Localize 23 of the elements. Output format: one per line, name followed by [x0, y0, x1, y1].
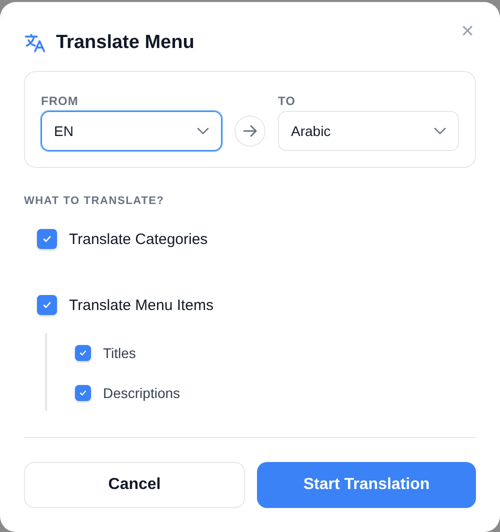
- checkbox[interactable]: [75, 385, 91, 401]
- translate-icon: [24, 32, 46, 54]
- start-button[interactable]: Start Translation: [257, 462, 476, 508]
- checkbox-label: Translate Categories: [69, 230, 208, 248]
- chevron-down-icon: [197, 127, 209, 135]
- check-icon: [41, 233, 53, 245]
- dialog-title: Translate Menu: [56, 32, 194, 54]
- section-heading: WHAT TO TRANSLATE?: [24, 195, 164, 207]
- checkbox[interactable]: [75, 345, 91, 361]
- checkbox[interactable]: [37, 229, 57, 249]
- checkbox-label: Descriptions: [103, 385, 180, 401]
- checkbox-label: Translate Menu Items: [69, 296, 214, 314]
- language-select[interactable]: EN: [41, 111, 222, 151]
- check-icon: [78, 388, 88, 398]
- check-icon: [41, 299, 53, 311]
- cancel-button[interactable]: Cancel: [24, 462, 245, 508]
- field-label: TO: [278, 94, 296, 108]
- checkbox[interactable]: [37, 295, 57, 315]
- chevron-down-icon: [434, 127, 446, 135]
- check-icon: [78, 348, 88, 358]
- checkbox-label: Titles: [103, 345, 136, 361]
- field-label: FROM: [41, 94, 78, 108]
- language-select[interactable]: Arabic: [278, 111, 459, 151]
